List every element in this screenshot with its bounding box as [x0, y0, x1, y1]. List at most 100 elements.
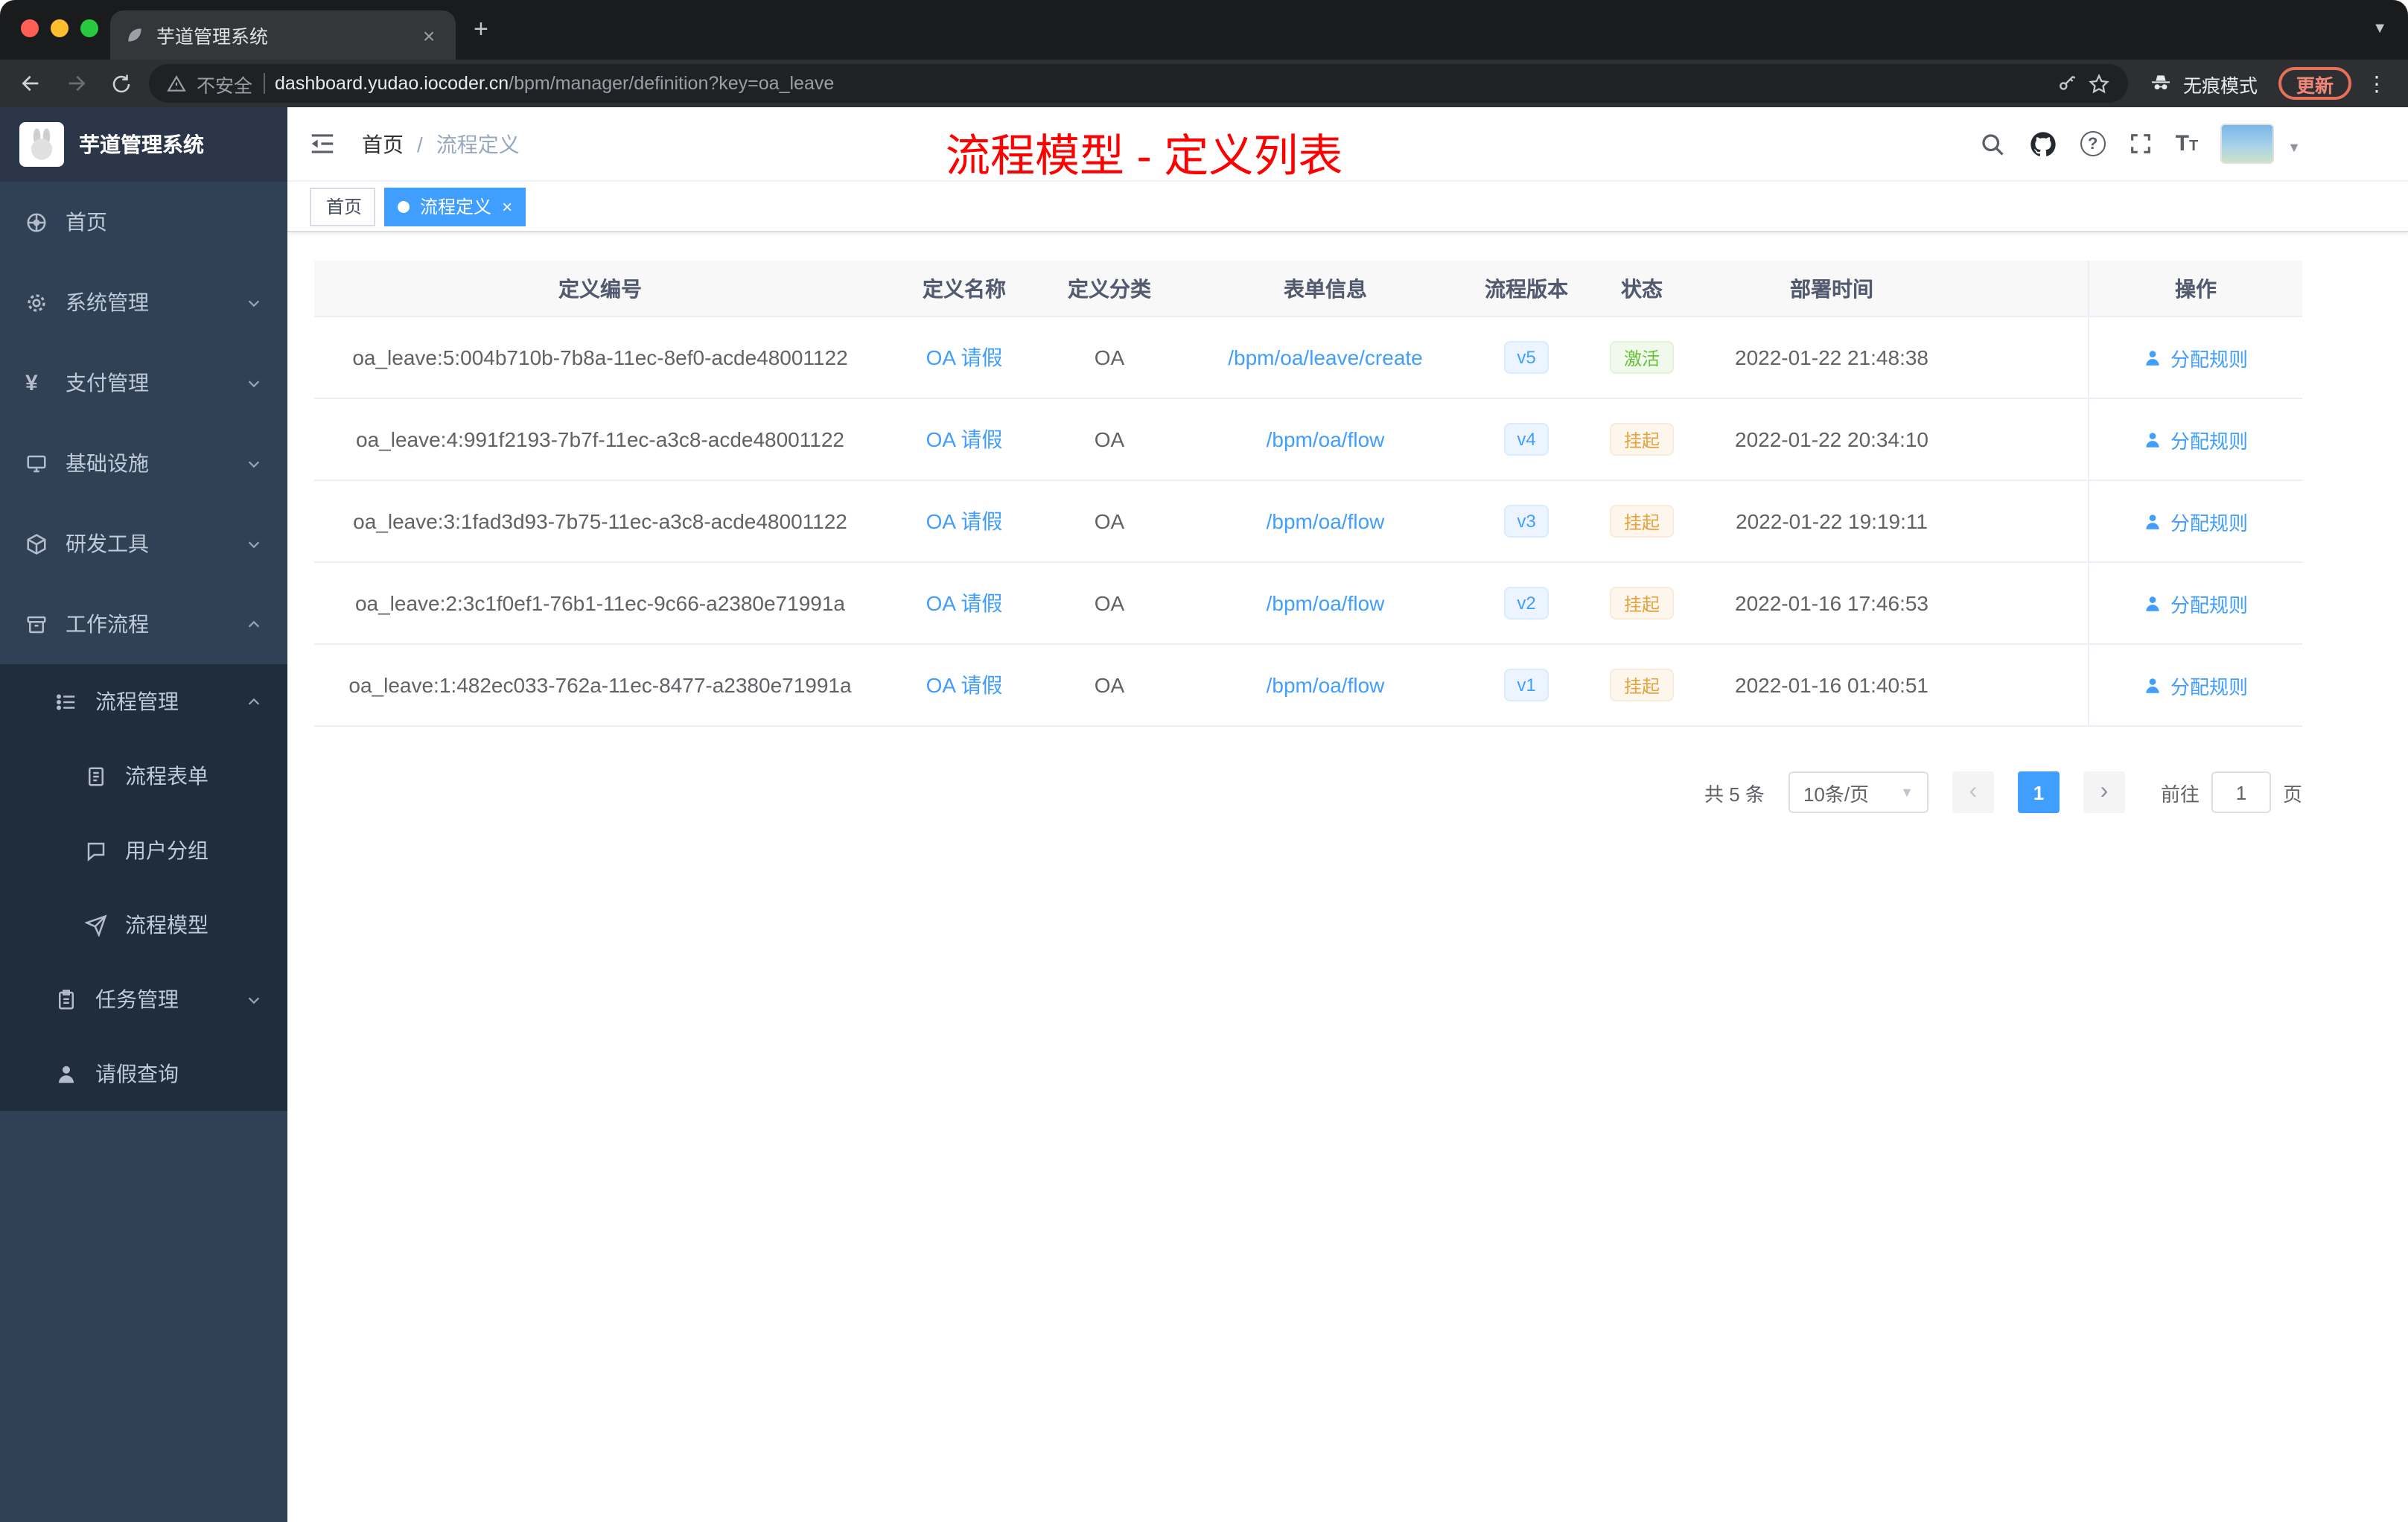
browser-menu-icon[interactable]: ⋮ — [2363, 71, 2393, 96]
definition-id: oa_leave:3:1fad3d93-7b75-11ec-a3c8-acde4… — [353, 509, 847, 533]
definition-category: OA — [1094, 427, 1125, 451]
version-badge: v2 — [1503, 587, 1549, 620]
address-bar[interactable]: 不安全 dashboard.yudao.iocoder.cn/bpm/manag… — [149, 64, 2128, 103]
window-zoom-button[interactable] — [80, 19, 98, 37]
goto-page-input[interactable] — [2211, 771, 2271, 813]
definition-name-link[interactable]: OA 请假 — [926, 670, 1003, 700]
page-size-value: 10条/页 — [1803, 783, 1870, 805]
omnibox-divider — [263, 73, 265, 94]
sidebar-item-user-group[interactable]: 用户分组 — [0, 813, 287, 888]
update-button[interactable]: 更新 — [2278, 67, 2351, 100]
assign-rule-label: 分配规则 — [2170, 512, 2248, 534]
font-size-icon[interactable]: TT — [2176, 131, 2199, 156]
sidebar-item-process-management[interactable]: 流程管理 — [0, 664, 287, 739]
sidebar-item-infrastructure[interactable]: 基础设施 — [0, 423, 287, 503]
tag-label: 首页 — [326, 197, 363, 217]
sidebar-collapse-icon[interactable] — [305, 127, 338, 160]
github-icon[interactable] — [2028, 129, 2058, 159]
sidebar-item-system[interactable]: 系统管理 — [0, 262, 287, 343]
prev-page-button[interactable]: ‹ — [1952, 771, 1994, 813]
form-info-link[interactable]: /bpm/oa/flow — [1267, 591, 1385, 615]
definition-name-link[interactable]: OA 请假 — [926, 424, 1003, 454]
assign-rule-link[interactable]: 分配规则 — [2144, 343, 2248, 372]
sidebar-item-task-management[interactable]: 任务管理 — [0, 962, 287, 1037]
header-actions: ? TT ▼ — [1979, 124, 2384, 164]
filler-cell — [1958, 563, 2088, 643]
form-info-link[interactable]: /bpm/oa/flow — [1267, 509, 1385, 533]
col-filler — [1958, 261, 2088, 316]
tag-process-definition[interactable]: 流程定义 × — [384, 187, 526, 226]
back-button[interactable] — [15, 67, 48, 100]
breadcrumb: 首页 / 流程定义 — [362, 129, 520, 159]
sidebar-item-devtools[interactable]: 研发工具 — [0, 503, 287, 584]
definition-name-link[interactable]: OA 请假 — [926, 343, 1003, 372]
sidebar-item-label: 流程模型 — [125, 913, 208, 937]
filler-cell — [1958, 645, 2088, 725]
tab-search-chevron-icon[interactable]: ▼ — [2372, 21, 2387, 37]
chevron-up-icon — [246, 616, 262, 632]
tag-home[interactable]: 首页 — [310, 187, 376, 226]
chevron-down-icon — [246, 294, 262, 311]
page-size-select[interactable]: 10条/页 ▼ — [1788, 771, 1928, 813]
assign-rule-label: 分配规则 — [2170, 675, 2248, 698]
current-page-button[interactable]: 1 — [2017, 771, 2060, 813]
assign-rule-link[interactable]: 分配规则 — [2144, 671, 2248, 699]
avatar-caret-down-icon[interactable]: ▼ — [2287, 140, 2301, 164]
sidebar-item-leave-query[interactable]: 请假查询 — [0, 1037, 287, 1111]
new-tab-button[interactable]: + — [474, 16, 488, 42]
definition-id: oa_leave:4:991f2193-7b7f-11ec-a3c8-acde4… — [356, 427, 844, 451]
sidebar-item-label: 首页 — [66, 210, 107, 234]
window-minimize-button[interactable] — [51, 19, 69, 37]
definition-id: oa_leave:5:004b710b-7b8a-11ec-8ef0-acde4… — [352, 346, 848, 369]
warning-icon — [167, 74, 186, 93]
assign-rule-label: 分配规则 — [2170, 593, 2248, 616]
help-icon[interactable]: ? — [2080, 131, 2106, 156]
browser-tab[interactable]: 芋道管理系统 × — [110, 10, 456, 60]
sidebar-item-workflow[interactable]: 工作流程 — [0, 584, 287, 664]
app-title: 芋道管理系统 — [79, 133, 204, 156]
status-badge: 激活 — [1610, 341, 1673, 374]
window-close-button[interactable] — [21, 19, 39, 37]
assign-rule-label: 分配规则 — [2170, 430, 2248, 452]
browser-toolbar: 不安全 dashboard.yudao.iocoder.cn/bpm/manag… — [0, 60, 2408, 107]
form-info-link[interactable]: /bpm/oa/flow — [1267, 673, 1385, 697]
chevron-down-icon — [246, 375, 262, 391]
breadcrumb-home-link[interactable]: 首页 — [362, 129, 404, 159]
definition-name-link[interactable]: OA 请假 — [926, 588, 1003, 618]
deploy-time: 2022-01-22 20:34:10 — [1735, 427, 1928, 451]
sidebar-item-payment[interactable]: ¥ 支付管理 — [0, 343, 287, 423]
search-icon[interactable] — [1979, 130, 2006, 157]
assign-rule-link[interactable]: 分配规则 — [2144, 589, 2248, 617]
forward-button[interactable] — [60, 67, 92, 100]
form-info-link[interactable]: /bpm/oa/flow — [1267, 427, 1385, 451]
tags-view-bar: 首页 流程定义 × — [287, 182, 2408, 232]
filler-cell — [1958, 399, 2088, 480]
url-path: /bpm/manager/definition?key=oa_leave — [509, 73, 835, 94]
assign-rule-link[interactable]: 分配规则 — [2144, 507, 2248, 535]
avatar[interactable] — [2220, 124, 2275, 164]
col-definition-category: 定义分类 — [1068, 276, 1151, 300]
chevron-up-icon — [246, 693, 262, 710]
bookmark-star-icon[interactable] — [2088, 72, 2110, 95]
assign-rule-link[interactable]: 分配规则 — [2144, 425, 2248, 453]
clipboard-icon — [55, 988, 77, 1010]
definition-name-link[interactable]: OA 请假 — [926, 506, 1003, 536]
reload-button[interactable] — [104, 67, 137, 100]
definition-category: OA — [1094, 346, 1125, 369]
form-info-link[interactable]: /bpm/oa/leave/create — [1228, 346, 1423, 369]
chevron-down-icon — [246, 455, 262, 471]
filler-cell — [1958, 317, 2088, 398]
sidebar-item-process-form[interactable]: 流程表单 — [0, 739, 287, 813]
breadcrumb-separator: / — [417, 132, 423, 156]
sidebar-item-process-model[interactable]: 流程模型 — [0, 888, 287, 962]
version-badge: v3 — [1503, 505, 1549, 538]
status-badge: 挂起 — [1610, 669, 1673, 701]
table-row: oa_leave:4:991f2193-7b7f-11ec-a3c8-acde4… — [314, 399, 2302, 481]
next-page-button[interactable]: › — [2083, 771, 2125, 813]
password-key-icon[interactable] — [2057, 73, 2077, 94]
sidebar-item-home[interactable]: 首页 — [0, 182, 287, 262]
tab-close-icon[interactable]: × — [417, 23, 441, 47]
table-row: oa_leave:5:004b710b-7b8a-11ec-8ef0-acde4… — [314, 317, 2302, 399]
tag-close-icon[interactable]: × — [502, 196, 512, 217]
fullscreen-icon[interactable] — [2128, 131, 2153, 156]
